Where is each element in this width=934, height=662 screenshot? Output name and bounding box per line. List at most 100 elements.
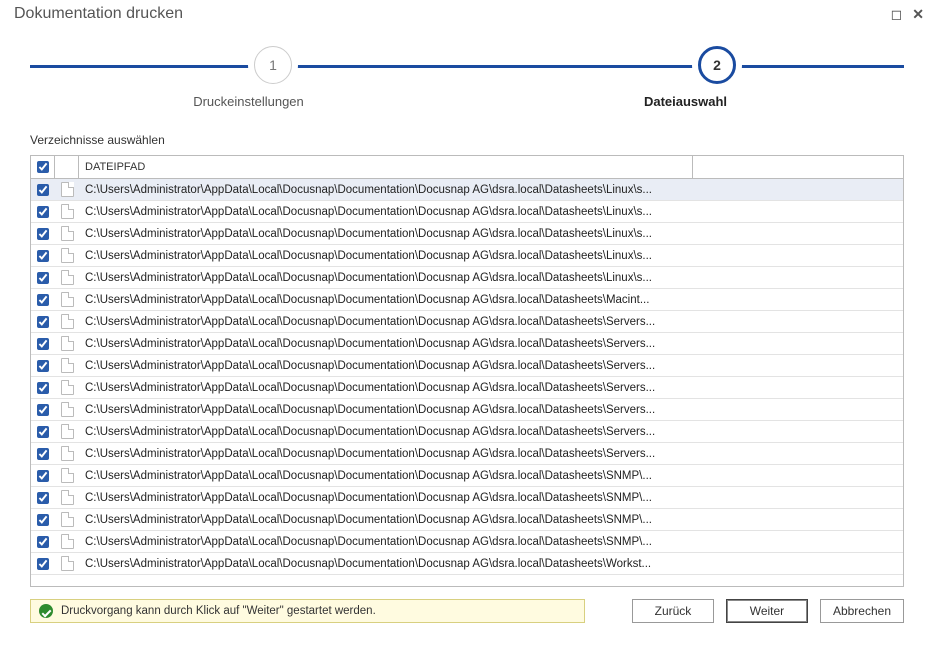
row-checkbox[interactable] [37, 316, 49, 328]
table-row[interactable]: C:\Users\Administrator\AppData\Local\Doc… [31, 289, 903, 311]
step-2-circle[interactable]: 2 [698, 46, 736, 84]
titlebar: Dokumentation drucken ◻ ✕ [0, 0, 934, 26]
table-header-row: DATEIPFAD [31, 156, 903, 179]
file-icon [61, 292, 74, 307]
table-row[interactable]: C:\Users\Administrator\AppData\Local\Doc… [31, 509, 903, 531]
file-icon [61, 534, 74, 549]
row-checkbox-cell [31, 536, 55, 548]
file-icon [61, 226, 74, 241]
row-checkbox-cell [31, 272, 55, 284]
file-icon [61, 556, 74, 571]
row-icon-cell [55, 314, 79, 329]
row-checkbox[interactable] [37, 514, 49, 526]
row-path: C:\Users\Administrator\AppData\Local\Doc… [79, 360, 903, 372]
row-icon-cell [55, 182, 79, 197]
success-icon [39, 604, 53, 618]
header-empty [693, 156, 903, 178]
row-checkbox[interactable] [37, 184, 49, 196]
table-row[interactable]: C:\Users\Administrator\AppData\Local\Doc… [31, 553, 903, 575]
row-checkbox[interactable] [37, 470, 49, 482]
row-checkbox[interactable] [37, 536, 49, 548]
row-path: C:\Users\Administrator\AppData\Local\Doc… [79, 382, 903, 394]
file-icon [61, 468, 74, 483]
next-button[interactable]: Weiter [726, 599, 808, 623]
status-text: Druckvorgang kann durch Klick auf "Weite… [61, 605, 376, 617]
table-body[interactable]: C:\Users\Administrator\AppData\Local\Doc… [31, 179, 903, 586]
row-checkbox-cell [31, 426, 55, 438]
maximize-icon[interactable]: ◻ [891, 6, 903, 23]
row-checkbox[interactable] [37, 228, 49, 240]
close-icon[interactable]: ✕ [912, 6, 924, 23]
table-row[interactable]: C:\Users\Administrator\AppData\Local\Doc… [31, 443, 903, 465]
table-row[interactable]: C:\Users\Administrator\AppData\Local\Doc… [31, 377, 903, 399]
row-checkbox[interactable] [37, 382, 49, 394]
row-path: C:\Users\Administrator\AppData\Local\Doc… [79, 558, 903, 570]
row-checkbox[interactable] [37, 404, 49, 416]
row-checkbox[interactable] [37, 558, 49, 570]
row-checkbox[interactable] [37, 360, 49, 372]
row-icon-cell [55, 248, 79, 263]
table-row[interactable]: C:\Users\Administrator\AppData\Local\Doc… [31, 355, 903, 377]
window-title: Dokumentation drucken [14, 5, 183, 23]
cancel-button[interactable]: Abbrechen [820, 599, 904, 623]
file-icon [61, 446, 74, 461]
titlebar-controls: ◻ ✕ [891, 6, 924, 23]
table-row[interactable]: C:\Users\Administrator\AppData\Local\Doc… [31, 531, 903, 553]
row-icon-cell [55, 512, 79, 527]
row-checkbox[interactable] [37, 294, 49, 306]
file-icon [61, 336, 74, 351]
table-row[interactable]: C:\Users\Administrator\AppData\Local\Doc… [31, 267, 903, 289]
row-icon-cell [55, 402, 79, 417]
file-icon [61, 424, 74, 439]
row-path: C:\Users\Administrator\AppData\Local\Doc… [79, 404, 903, 416]
table-row[interactable]: C:\Users\Administrator\AppData\Local\Doc… [31, 245, 903, 267]
file-icon [61, 380, 74, 395]
row-checkbox-cell [31, 250, 55, 262]
row-checkbox-cell [31, 514, 55, 526]
row-path: C:\Users\Administrator\AppData\Local\Doc… [79, 228, 903, 240]
row-path: C:\Users\Administrator\AppData\Local\Doc… [79, 316, 903, 328]
step-1-circle[interactable]: 1 [254, 46, 292, 84]
table-row[interactable]: C:\Users\Administrator\AppData\Local\Doc… [31, 223, 903, 245]
header-path[interactable]: DATEIPFAD [79, 156, 693, 178]
table-row[interactable]: C:\Users\Administrator\AppData\Local\Doc… [31, 465, 903, 487]
row-icon-cell [55, 468, 79, 483]
step-2-number: 2 [713, 57, 721, 73]
row-icon-cell [55, 226, 79, 241]
file-icon [61, 314, 74, 329]
row-checkbox-cell [31, 470, 55, 482]
stepper-line [30, 65, 904, 68]
table-row[interactable]: C:\Users\Administrator\AppData\Local\Doc… [31, 399, 903, 421]
row-checkbox-cell [31, 360, 55, 372]
back-button[interactable]: Zurück [632, 599, 714, 623]
row-path: C:\Users\Administrator\AppData\Local\Doc… [79, 184, 903, 196]
row-path: C:\Users\Administrator\AppData\Local\Doc… [79, 514, 903, 526]
row-checkbox[interactable] [37, 426, 49, 438]
row-path: C:\Users\Administrator\AppData\Local\Doc… [79, 536, 903, 548]
status-bar: Druckvorgang kann durch Klick auf "Weite… [30, 599, 585, 623]
row-checkbox[interactable] [37, 272, 49, 284]
select-all-checkbox[interactable] [37, 161, 49, 173]
row-checkbox[interactable] [37, 250, 49, 262]
row-icon-cell [55, 204, 79, 219]
row-path: C:\Users\Administrator\AppData\Local\Doc… [79, 448, 903, 460]
row-checkbox[interactable] [37, 206, 49, 218]
row-checkbox[interactable] [37, 448, 49, 460]
table-row[interactable]: C:\Users\Administrator\AppData\Local\Doc… [31, 201, 903, 223]
row-path: C:\Users\Administrator\AppData\Local\Doc… [79, 272, 903, 284]
row-checkbox[interactable] [37, 492, 49, 504]
file-icon [61, 182, 74, 197]
table-row[interactable]: C:\Users\Administrator\AppData\Local\Doc… [31, 179, 903, 201]
header-checkbox-cell [31, 156, 55, 178]
row-path: C:\Users\Administrator\AppData\Local\Doc… [79, 426, 903, 438]
row-checkbox-cell [31, 316, 55, 328]
row-checkbox-cell [31, 228, 55, 240]
step-2-label: Dateiauswahl [467, 94, 904, 109]
row-checkbox[interactable] [37, 338, 49, 350]
table-row[interactable]: C:\Users\Administrator\AppData\Local\Doc… [31, 311, 903, 333]
table-row[interactable]: C:\Users\Administrator\AppData\Local\Doc… [31, 421, 903, 443]
row-icon-cell [55, 358, 79, 373]
table-row[interactable]: C:\Users\Administrator\AppData\Local\Doc… [31, 333, 903, 355]
file-icon [61, 402, 74, 417]
table-row[interactable]: C:\Users\Administrator\AppData\Local\Doc… [31, 487, 903, 509]
